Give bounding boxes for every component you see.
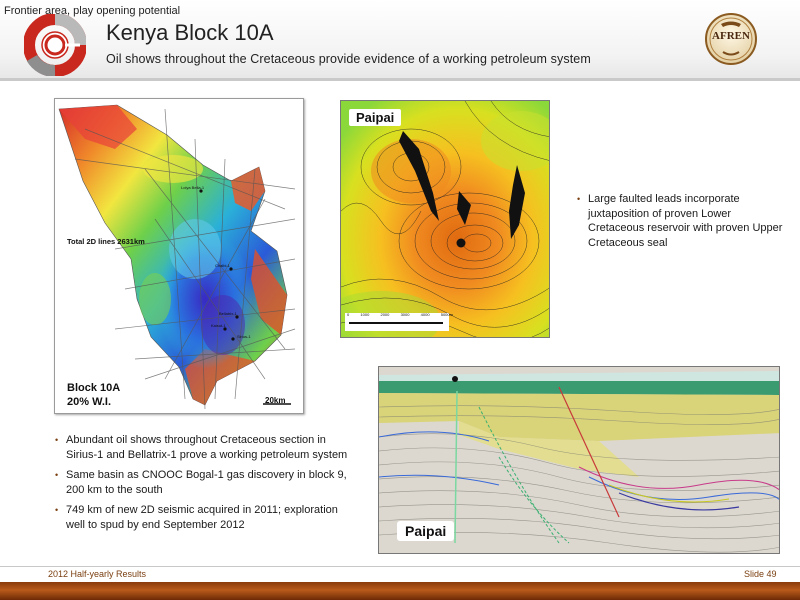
working-interest: 20% W.I. — [67, 396, 112, 408]
footer-report-title: 2012 Half-yearly Results — [48, 569, 147, 579]
scale-tick: 5000m — [440, 312, 453, 317]
block-label: Block 10A 20% W.I. — [67, 381, 120, 409]
list-item: Same basin as CNOOC Bogal-1 gas discover… — [54, 468, 354, 497]
left-bullet-list: Abundant oil shows throughout Cretaceous… — [54, 433, 354, 539]
basin-map: Total 2D lines 2631km Loiya Bella-1 Chal… — [54, 98, 304, 414]
contour-scale-ticks: 0 1000 2000 3000 4000 5000m — [347, 312, 453, 317]
contour-map: Paipai 0 1000 2000 3000 4000 5000m — [340, 100, 550, 338]
slide-header: Frontier area, play opening potential Ke… — [0, 0, 800, 80]
page-subtitle: Oil shows throughout the Cretaceous prov… — [106, 52, 591, 66]
well-label: Sirius-1 — [237, 334, 251, 339]
contour-map-label: Paipai — [349, 109, 402, 126]
footer-bar — [0, 582, 800, 600]
brand-name: AFREN — [712, 30, 750, 42]
scale-tick: 3000 — [400, 312, 410, 317]
scale-tick: 0 — [347, 312, 350, 317]
scale-tick: 1000 — [360, 312, 370, 317]
well-label: Kaisut-1 — [211, 323, 226, 328]
list-item: Abundant oil shows throughout Cretaceous… — [54, 433, 354, 462]
right-bullet-list: Large faulted leads incorporate juxtapos… — [576, 192, 786, 250]
scale-tick: 2000 — [380, 312, 390, 317]
seismic-section: Paipai — [378, 366, 780, 554]
header-divider — [0, 78, 800, 81]
list-item: Large faulted leads incorporate juxtapos… — [576, 192, 786, 250]
page-title: Kenya Block 10A — [106, 20, 274, 45]
ring-logo-icon — [24, 14, 86, 76]
scale-tick: 4000 — [420, 312, 430, 317]
map-scale-label: 20km — [265, 396, 286, 405]
block-name: Block 10A — [67, 382, 121, 394]
well-label: Bellatrix-1 — [219, 311, 237, 316]
slide-number: Slide 49 — [744, 569, 777, 579]
basin-map-graphic — [58, 104, 296, 410]
contour-map-graphic — [341, 101, 549, 337]
well-label: Chalbi-1 — [215, 263, 230, 268]
list-item: 749 km of new 2D seismic acquired in 201… — [54, 503, 354, 532]
well-label: Loiya Bella-1 — [181, 185, 205, 190]
seismic-section-label: Paipai — [397, 521, 455, 541]
footer-divider — [0, 566, 800, 567]
total-lines-label: Total 2D lines 2631km — [67, 237, 145, 246]
